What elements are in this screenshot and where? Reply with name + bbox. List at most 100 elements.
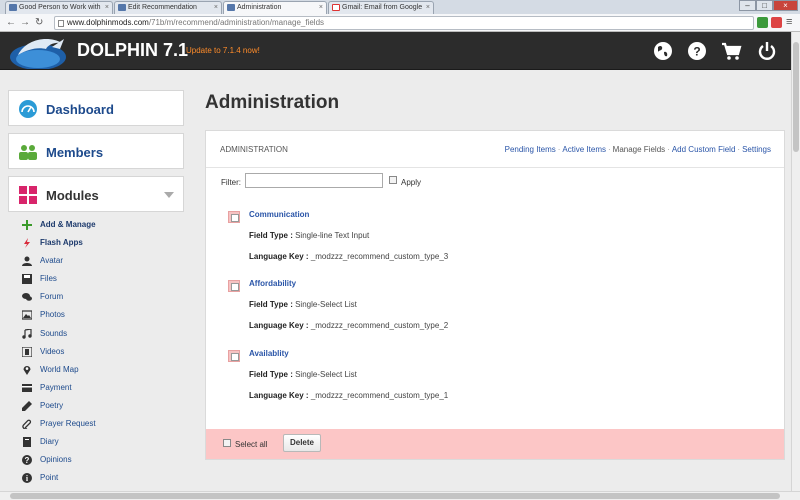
sidebar-item-prayer-request[interactable]: Prayer Request — [8, 415, 184, 433]
field-type-line: Field Type : Single-Select List — [249, 300, 357, 309]
update-link[interactable]: Update to 7.1.4 now! — [186, 46, 260, 55]
extension-icon[interactable] — [771, 17, 782, 28]
reload-icon[interactable]: ↻ — [35, 16, 43, 29]
close-tab-icon[interactable]: × — [426, 2, 430, 13]
browser-tab-active[interactable]: Administration × — [223, 1, 327, 14]
window-controls: – □ × — [739, 0, 798, 11]
modules-icon — [19, 186, 37, 204]
language-key-label: Language Key : — [249, 252, 309, 261]
language-key-line: Language Key : _modzzz_recommend_custom_… — [249, 391, 448, 400]
language-key-line: Language Key : _modzzz_recommend_custom_… — [249, 321, 448, 330]
sidebar-item-avatar[interactable]: Avatar — [8, 252, 184, 270]
sidebar-item-files[interactable]: Files — [8, 270, 184, 288]
field-type-label: Field Type : — [249, 231, 293, 240]
help-icon[interactable]: ? — [686, 40, 708, 62]
field-checkbox[interactable] — [228, 350, 240, 362]
sidebar-item-label: Members — [46, 145, 104, 160]
tab-pending-items[interactable]: Pending Items — [505, 145, 556, 154]
field-item: Communication Field Type : Single-line T… — [226, 210, 546, 270]
scrollbar-thumb[interactable] — [10, 493, 780, 499]
url-path: /71b/m/recommend/administration/manage_f… — [148, 18, 325, 27]
sidebar-item-members[interactable]: Members — [8, 133, 184, 169]
tab-label: Good Person to Work with — [19, 4, 101, 11]
filter-input[interactable] — [245, 173, 383, 188]
field-type-label: Field Type : — [249, 300, 293, 309]
close-tab-icon[interactable]: × — [105, 2, 109, 13]
sidebar-item-payment[interactable]: Payment — [8, 379, 184, 397]
back-arrow-icon[interactable]: ← — [6, 16, 16, 29]
sidebar-item-forum[interactable]: Forum — [8, 288, 184, 306]
tab-active-items[interactable]: Active Items — [562, 145, 606, 154]
sidebar-item-world-map[interactable]: World Map — [8, 361, 184, 379]
close-tab-icon[interactable]: × — [214, 2, 218, 13]
extension-icon[interactable] — [757, 17, 768, 28]
field-name[interactable]: Communication — [249, 210, 309, 219]
minimize-icon[interactable]: – — [739, 0, 756, 11]
sidebar-item-poetry[interactable]: Poetry — [8, 397, 184, 415]
horizontal-scrollbar[interactable] — [0, 491, 800, 500]
language-key-line: Language Key : _modzzz_recommend_custom_… — [249, 252, 448, 261]
address-bar[interactable]: www.dolphinmods.com/71b/m/recommend/admi… — [54, 16, 754, 30]
field-type-line: Field Type : Single-Select List — [249, 370, 357, 379]
filter-label: Filter: — [221, 178, 241, 187]
sidebar-item-label: Modules — [46, 188, 99, 203]
sidebar-item-label: Flash Apps — [40, 238, 83, 248]
sidebar-item-videos[interactable]: Videos — [8, 343, 184, 361]
browser-tab[interactable]: Edit Recommendation × — [114, 1, 222, 14]
sidebar: Dashboard Members Modules Add & Manage F… — [8, 90, 184, 487]
field-name[interactable]: Affordability — [249, 279, 296, 288]
sidebar-item-label: Payment — [40, 382, 72, 392]
vertical-scrollbar[interactable] — [791, 32, 800, 491]
field-name[interactable]: Availablity — [249, 349, 289, 358]
sidebar-item-diary[interactable]: Diary — [8, 433, 184, 451]
chevron-down-icon[interactable] — [164, 192, 174, 198]
sidebar-item-flash-apps[interactable]: Flash Apps — [8, 234, 184, 252]
scrollbar-thumb[interactable] — [793, 42, 799, 152]
submenu: Pending Items · Active Items · Manage Fi… — [505, 145, 771, 154]
sidebar-item-opinions[interactable]: ? Opinions — [8, 451, 184, 469]
sidebar-item-photos[interactable]: Photos — [8, 306, 184, 324]
globe-icon[interactable] — [652, 40, 674, 62]
delete-button[interactable]: Delete — [283, 434, 321, 452]
close-window-icon[interactable]: × — [773, 0, 798, 11]
cart-icon[interactable] — [720, 40, 742, 62]
speedometer-icon — [19, 100, 37, 118]
floppy-icon — [22, 274, 32, 285]
browser-tab-strip: Good Person to Work with × Edit Recommen… — [0, 0, 800, 14]
sidebar-item-dashboard[interactable]: Dashboard — [8, 90, 184, 126]
separator: · — [737, 145, 741, 154]
sidebar-item-label: Prayer Request — [40, 419, 96, 429]
dolphin-favicon-icon — [9, 4, 17, 11]
sidebar-item-sounds[interactable]: Sounds — [8, 325, 184, 343]
sidebar-item-label: Poetry — [40, 400, 64, 410]
separator: · — [608, 145, 611, 154]
map-marker-icon — [23, 365, 31, 375]
tab-settings[interactable]: Settings — [742, 145, 771, 154]
sidebar-item-modules[interactable]: Modules — [8, 176, 184, 212]
forward-arrow-icon[interactable]: → — [20, 16, 30, 29]
separator: · — [667, 145, 670, 154]
sidebar-item-point[interactable]: i Point — [8, 469, 184, 487]
tab-label: Edit Recommendation — [128, 4, 197, 11]
close-tab-icon[interactable]: × — [319, 2, 323, 13]
field-checkbox[interactable] — [228, 280, 240, 292]
book-icon — [23, 437, 31, 448]
power-icon[interactable] — [756, 40, 778, 62]
sidebar-item-add-manage[interactable]: Add & Manage — [8, 216, 184, 234]
language-key-value: _modzzz_recommend_custom_type_2 — [310, 321, 449, 330]
select-all-checkbox[interactable] — [223, 439, 231, 447]
sidebar-item-label: World Map — [40, 364, 79, 374]
field-checkbox[interactable] — [228, 211, 240, 223]
browser-toolbar: ← → ↻ www.dolphinmods.com/71b/m/recommen… — [0, 14, 800, 32]
tab-manage-fields[interactable]: Manage Fields — [613, 145, 665, 154]
tab-add-custom-field[interactable]: Add Custom Field — [672, 145, 736, 154]
browser-tab[interactable]: Good Person to Work with × — [5, 1, 113, 14]
maximize-icon[interactable]: □ — [756, 0, 773, 11]
page-title: Administration — [205, 92, 340, 113]
box-title: ADMINISTRATION — [220, 145, 288, 154]
dolphin-logo-icon[interactable] — [8, 33, 72, 69]
browser-tab[interactable]: Gmail: Email from Google × — [328, 1, 434, 14]
browser-menu-icon[interactable]: ≡ — [786, 17, 796, 28]
pencil-icon — [22, 400, 32, 411]
apply-checkbox[interactable] — [389, 176, 397, 184]
